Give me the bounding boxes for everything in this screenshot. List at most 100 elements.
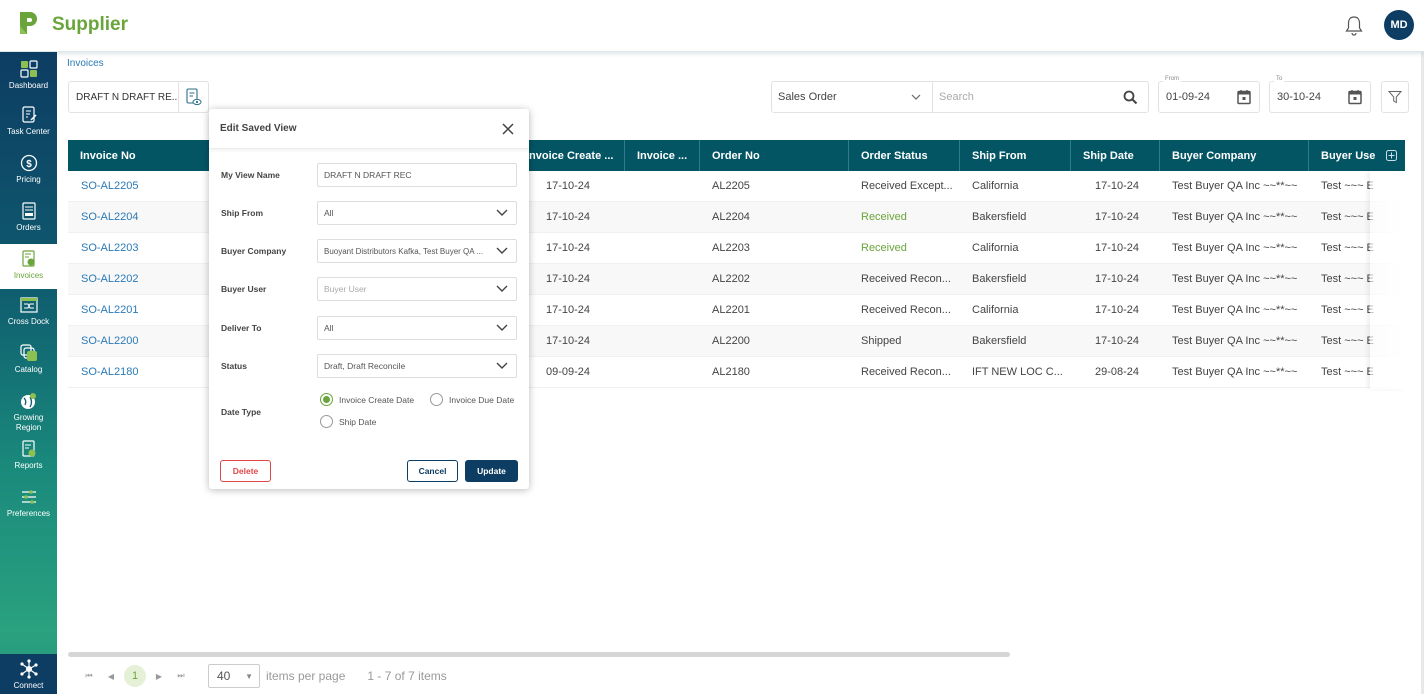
- buyer-company-select[interactable]: Buoyant Distributors Kafka, Test Buyer Q…: [317, 239, 517, 263]
- sidebar-item-reports[interactable]: Reports: [0, 440, 57, 482]
- order-no-cell: AL2203: [712, 242, 750, 254]
- sidebar-item-label: Pricing: [16, 175, 41, 184]
- column-header-order-status[interactable]: Order Status: [849, 140, 960, 171]
- column-header-order-no[interactable]: Order No: [700, 140, 849, 171]
- to-date-label: To: [1274, 76, 1285, 82]
- ship-from-cell: IFT NEW LOC C...: [972, 366, 1063, 378]
- to-date-field[interactable]: To 30-10-24: [1269, 76, 1371, 113]
- update-button[interactable]: Update: [465, 460, 518, 482]
- radio-label: Invoice Create Date: [339, 394, 415, 405]
- chevron-down-icon: [496, 284, 508, 294]
- sidebar-item-connect[interactable]: Connect: [0, 654, 57, 694]
- sidebar-item-growing-region[interactable]: Growing Region: [0, 392, 57, 434]
- prev-page-button[interactable]: ◀: [100, 672, 122, 681]
- column-header-buyer-user-label: Buyer Use: [1321, 149, 1376, 162]
- column-header-buyer-user[interactable]: Buyer Use: [1309, 140, 1405, 171]
- column-header-buyer-company[interactable]: Buyer Company: [1160, 140, 1309, 171]
- order-no-cell: AL2201: [712, 304, 750, 316]
- radio-circle: [320, 415, 333, 428]
- close-icon[interactable]: [501, 122, 515, 136]
- bell-icon[interactable]: [1344, 15, 1364, 37]
- filter-button[interactable]: [1381, 81, 1409, 113]
- buyer-company-value: Buoyant Distributors Kafka, Test Buyer Q…: [324, 246, 484, 256]
- ship-from-value: All: [324, 208, 334, 218]
- sidebar-item-label: Dashboard: [8, 81, 49, 90]
- from-date-label: From: [1163, 76, 1181, 82]
- radio-label: Ship Date: [339, 416, 377, 427]
- deliver-to-row: Deliver To All: [221, 316, 517, 340]
- radio-invoice-due-date[interactable]: Invoice Due Date: [430, 393, 514, 406]
- next-page-button[interactable]: ▶: [148, 672, 170, 681]
- invoice-create-date-cell: 17-10-24: [546, 242, 591, 254]
- from-date-value: 01-09-24: [1166, 91, 1211, 103]
- order-type-select[interactable]: Sales Order: [771, 81, 933, 113]
- calendar-icon[interactable]: [1237, 89, 1251, 105]
- last-page-button[interactable]: ⏭︎: [170, 671, 192, 681]
- column-header-ship-date[interactable]: Ship Date: [1071, 140, 1160, 171]
- column-header-invoice-create-date[interactable]: Invoice Create ...: [526, 140, 625, 171]
- sliders-icon: [21, 490, 36, 504]
- view-details-button[interactable]: [178, 82, 208, 112]
- document-eye-icon: [185, 88, 201, 106]
- from-date-field[interactable]: From 01-09-24: [1158, 76, 1260, 113]
- sidebar-item-label: Task Center: [7, 127, 50, 136]
- buyer-company-cell: Test Buyer QA Inc ~~**~~: [1172, 242, 1298, 254]
- sidebar-item-pricing[interactable]: $ Pricing: [0, 154, 57, 196]
- page-size-select[interactable]: 40 ▼: [208, 664, 260, 688]
- pager-summary: 1 - 7 of 7 items: [367, 669, 447, 683]
- breadcrumb[interactable]: Invoices: [67, 58, 104, 69]
- first-page-button[interactable]: ⏮︎: [78, 671, 100, 681]
- deliver-to-select[interactable]: All: [317, 316, 517, 340]
- search-icon[interactable]: [1123, 90, 1138, 105]
- saved-view-select[interactable]: DRAFT N DRAFT RE...: [68, 81, 209, 113]
- ship-from-cell: Bakersfield: [972, 273, 1027, 285]
- invoice-due-cell: [625, 202, 700, 232]
- page-number-button[interactable]: 1: [124, 665, 146, 687]
- catalog-icon: [19, 344, 37, 361]
- to-date-value: 30-10-24: [1277, 91, 1322, 103]
- sidebar-item-label: Cross Dock: [7, 317, 50, 326]
- ship-from-select[interactable]: All: [317, 201, 517, 225]
- sidebar-item-catalog[interactable]: Catalog: [0, 344, 57, 386]
- deliver-to-label: Deliver To: [221, 323, 262, 333]
- buyer-user-label: Buyer User: [221, 284, 267, 294]
- delete-button[interactable]: Delete: [220, 460, 271, 482]
- radio-invoice-create-date[interactable]: Invoice Create Date: [320, 393, 414, 406]
- column-header-invoice-due[interactable]: Invoice ...: [625, 140, 700, 171]
- column-header-ship-from[interactable]: Ship From: [960, 140, 1071, 171]
- filter-icon: [1388, 91, 1402, 104]
- sidebar-item-preferences[interactable]: Preferences: [0, 488, 57, 530]
- cross-dock-icon: [19, 297, 38, 313]
- buyer-user-placeholder: Buyer User: [324, 284, 367, 294]
- buyer-company-row: Buyer Company Buoyant Distributors Kafka…: [221, 239, 517, 263]
- horizontal-scrollbar[interactable]: [68, 652, 1010, 657]
- invoice-create-date-cell: 09-09-24: [546, 366, 591, 378]
- cancel-button[interactable]: Cancel: [407, 460, 458, 482]
- search-input[interactable]: [933, 91, 1113, 103]
- calendar-icon[interactable]: [1348, 89, 1362, 105]
- buyer-user-select[interactable]: Buyer User: [317, 277, 517, 301]
- sidebar-item-orders[interactable]: Orders: [0, 202, 57, 244]
- sidebar-item-invoices[interactable]: Invoices: [0, 244, 57, 289]
- invoice-due-cell: [625, 295, 700, 325]
- ship-from-cell: California: [972, 180, 1019, 192]
- order-status-cell: Received Recon...: [861, 304, 951, 316]
- sidebar-item-dashboard[interactable]: Dashboard: [0, 58, 57, 100]
- sidebar-item-cross-dock[interactable]: Cross Dock: [0, 296, 57, 338]
- user-avatar[interactable]: MD: [1384, 10, 1414, 40]
- dollar-icon: $: [20, 154, 37, 172]
- reports-icon: [21, 440, 35, 457]
- network-icon: [19, 658, 38, 679]
- invoice-due-cell: [625, 171, 700, 201]
- status-select[interactable]: Draft, Draft Reconcile: [317, 354, 517, 378]
- add-column-icon[interactable]: [1386, 150, 1397, 161]
- sidebar-item-task-center[interactable]: Task Center: [0, 106, 57, 148]
- order-status-cell: Shipped: [861, 335, 902, 347]
- radio-ship-date[interactable]: Ship Date: [320, 415, 376, 428]
- ship-date-cell: 29-08-24: [1095, 366, 1140, 378]
- view-name-input[interactable]: DRAFT N DRAFT REC: [317, 163, 517, 187]
- invoice-due-cell: [625, 233, 700, 263]
- p-logo-icon: [20, 12, 37, 34]
- sidebar: Dashboard Task Center $ Pricing Orders I…: [0, 52, 57, 694]
- ship-date-cell: 17-10-24: [1095, 242, 1140, 254]
